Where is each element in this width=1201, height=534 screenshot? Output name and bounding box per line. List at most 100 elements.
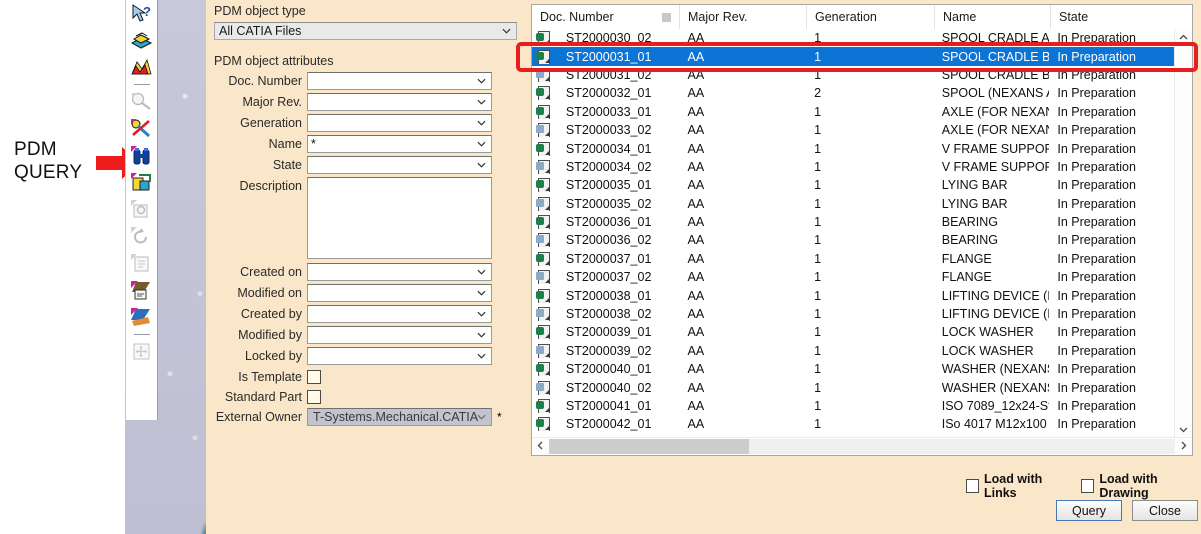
vertical-scrollbar[interactable]	[1174, 29, 1192, 438]
option-load-with-links[interactable]: Load with Links	[966, 472, 1070, 500]
input-name[interactable]: *	[307, 135, 492, 153]
input-description[interactable]	[307, 177, 492, 259]
table-row[interactable]: ST2000035_02AA1LYING BARIn Preparation	[532, 195, 1175, 213]
input-locked-by[interactable]	[307, 347, 492, 365]
input-state[interactable]	[307, 156, 492, 174]
pdm-object-type-select[interactable]: All CATIA Files	[214, 22, 517, 40]
pdm-import-icon[interactable]	[128, 169, 155, 196]
checkbox-is-template[interactable]	[307, 370, 321, 384]
table-row[interactable]: ST2000033_02AA1AXLE (FOR NEXAN...In Prep…	[532, 121, 1175, 139]
cell-major-rev: AA	[680, 417, 807, 431]
table-row[interactable]: ST2000031_02AA1SPOOL CRADLE BA...In Prep…	[532, 66, 1175, 84]
close-button[interactable]: Close	[1132, 500, 1198, 521]
pdm-object-attributes-label: PDM object attributes	[214, 54, 524, 68]
table-row[interactable]: ST2000041_01AA1ISO 7089_12x24-St-...In P…	[532, 397, 1175, 415]
field-row-modified-by: Modified by	[214, 326, 524, 346]
chevron-down-icon[interactable]	[477, 98, 486, 107]
scroll-up-arrow-icon[interactable]	[1175, 29, 1192, 46]
pdm-checkin-icon[interactable]	[128, 277, 155, 304]
table-row[interactable]: ST2000038_02AA1LIFTING DEVICE (N...In Pr…	[532, 305, 1175, 323]
pdm-search-disabled-icon[interactable]	[128, 88, 155, 115]
label-created-by: Created by	[214, 305, 307, 323]
input-modified-by[interactable]	[307, 326, 492, 344]
option-load-with-drawing[interactable]: Load with Drawing	[1081, 472, 1201, 500]
column-header-doc-number[interactable]: Doc. Number	[532, 5, 680, 29]
cell-state: In Preparation	[1049, 123, 1175, 137]
annotation-pdm-query-label: PDM QUERY	[14, 138, 106, 184]
table-row[interactable]: ST2000034_01AA1V FRAME SUPPORTIn Prepara…	[532, 139, 1175, 157]
checkbox-load-with-drawing[interactable]	[1081, 479, 1094, 493]
chevron-down-icon[interactable]	[477, 310, 486, 319]
cell-generation: 1	[806, 160, 934, 174]
refresh-disabled-icon[interactable]	[128, 223, 155, 250]
scroll-down-arrow-icon[interactable]	[1175, 421, 1192, 438]
cell-major-rev: AA	[680, 381, 807, 395]
pdm-query-binoculars-icon[interactable]	[128, 142, 155, 169]
table-row[interactable]: ST2000038_01AA1LIFTING DEVICE (N...In Pr…	[532, 286, 1175, 304]
table-body[interactable]: ST2000030_02AA1SPOOL CRADLE AS...In Prep…	[532, 29, 1175, 438]
table-row[interactable]: ST2000037_01AA1FLANGEIn Preparation	[532, 250, 1175, 268]
input-created-on[interactable]	[307, 263, 492, 281]
cell-major-rev: AA	[680, 399, 807, 413]
checkbox-load-with-links[interactable]	[966, 479, 979, 493]
scroll-left-arrow-icon[interactable]	[532, 441, 549, 453]
horizontal-scroll-thumb[interactable]	[549, 439, 749, 454]
table-row[interactable]: ST2000039_01AA1LOCK WASHERIn Preparation	[532, 323, 1175, 341]
pdm-export-disabled-icon[interactable]	[128, 196, 155, 223]
table-row[interactable]: ST2000040_02AA1WASHER (NEXANS...In Prepa…	[532, 378, 1175, 396]
input-major-rev[interactable]	[307, 93, 492, 111]
cell-generation: 1	[806, 197, 934, 211]
label-description: Description	[214, 177, 307, 195]
unlock-icon[interactable]	[128, 115, 155, 142]
input-created-by[interactable]	[307, 305, 492, 323]
table-row[interactable]: ST2000031_01AA1SPOOL CRADLE BA...In Prep…	[532, 47, 1175, 65]
pdm-properties-disabled-icon[interactable]	[128, 250, 155, 277]
column-header-name[interactable]: Name	[935, 5, 1051, 29]
cell-state: In Preparation	[1049, 399, 1175, 413]
table-row[interactable]: ST2000036_01AA1BEARINGIn Preparation	[532, 213, 1175, 231]
cell-state: In Preparation	[1049, 233, 1175, 247]
input-modified-on[interactable]	[307, 284, 492, 302]
pdm-action-icon[interactable]	[128, 54, 155, 81]
checkbox-standard-part[interactable]	[307, 390, 321, 404]
table-row[interactable]: ST2000036_02AA1BEARINGIn Preparation	[532, 231, 1175, 249]
cell-state: In Preparation	[1049, 197, 1175, 211]
table-row[interactable]: ST2000039_02AA1LOCK WASHERIn Preparation	[532, 342, 1175, 360]
column-header-generation[interactable]: Generation	[807, 5, 935, 29]
chevron-down-icon[interactable]	[477, 289, 486, 298]
cell-generation: 1	[806, 307, 934, 321]
chevron-down-icon	[502, 27, 511, 36]
save-in-pdm-icon[interactable]	[128, 27, 155, 54]
chevron-down-icon[interactable]	[477, 352, 486, 361]
column-header-state[interactable]: State	[1051, 5, 1177, 29]
chevron-down-icon[interactable]	[477, 77, 486, 86]
scroll-right-arrow-icon[interactable]	[1175, 441, 1192, 453]
table-row[interactable]: ST2000032_01AA2SPOOL (NEXANS A...In Prep…	[532, 84, 1175, 102]
table-row[interactable]: ST2000040_01AA1WASHER (NEXANS...In Prepa…	[532, 360, 1175, 378]
cell-name: LYING BAR	[934, 197, 1050, 211]
chevron-down-icon[interactable]	[477, 331, 486, 340]
horizontal-scroll-track[interactable]	[749, 439, 1175, 454]
query-button[interactable]: Query	[1056, 500, 1122, 521]
part-document-icon	[532, 252, 558, 266]
table-row[interactable]: ST2000034_02AA1V FRAME SUPPORTIn Prepara…	[532, 158, 1175, 176]
horizontal-scrollbar[interactable]	[532, 437, 1192, 455]
table-row[interactable]: ST2000035_01AA1LYING BARIn Preparation	[532, 176, 1175, 194]
pdm-settings-disabled-icon[interactable]	[128, 338, 155, 365]
table-row[interactable]: ST2000042_01AA1ISo 4017 M12x100In Prepar…	[532, 415, 1175, 433]
cell-doc-number: ST2000031_02	[558, 68, 680, 82]
what-is-this-help-icon[interactable]: ?	[128, 0, 155, 27]
cell-state: In Preparation	[1049, 86, 1175, 100]
table-row[interactable]: ST2000033_01AA1AXLE (FOR NEXAN...In Prep…	[532, 103, 1175, 121]
chevron-down-icon[interactable]	[477, 161, 486, 170]
column-header-major-rev[interactable]: Major Rev.	[680, 5, 807, 29]
chevron-down-icon[interactable]	[477, 268, 486, 277]
pdm-checkout-icon[interactable]	[128, 304, 155, 331]
input-doc-number[interactable]	[307, 72, 492, 90]
table-row[interactable]: ST2000037_02AA1FLANGEIn Preparation	[532, 268, 1175, 286]
drawing-document-icon	[532, 123, 558, 137]
input-generation[interactable]	[307, 114, 492, 132]
chevron-down-icon[interactable]	[477, 119, 486, 128]
chevron-down-icon[interactable]	[477, 140, 486, 149]
table-row[interactable]: ST2000030_02AA1SPOOL CRADLE AS...In Prep…	[532, 29, 1175, 47]
